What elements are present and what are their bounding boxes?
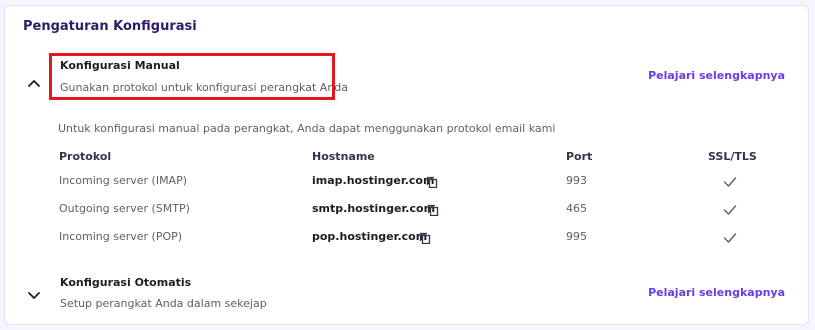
row-pop-protocol: Incoming server (POP) (59, 230, 183, 243)
copy-icon[interactable] (427, 204, 439, 216)
auto-config-title: Konfigurasi Otomatis (60, 276, 192, 289)
chevron-down-icon[interactable] (25, 287, 43, 305)
row-pop-hostname: pop.hostinger.com (312, 230, 428, 243)
manual-config-intro: Untuk konfigurasi manual pada perangkat,… (58, 122, 556, 135)
row-smtp-protocol: Outgoing server (SMTP) (59, 202, 190, 215)
header-protocol: Protokol (59, 150, 112, 163)
highlight-box (49, 53, 335, 100)
auto-learn-more-link[interactable]: Pelajari selengkapnya (648, 286, 785, 299)
check-icon (723, 177, 737, 187)
manual-learn-more-link[interactable]: Pelajari selengkapnya (648, 69, 785, 82)
copy-icon[interactable] (426, 176, 438, 188)
card-title: Pengaturan Konfigurasi (23, 19, 197, 34)
header-hostname: Hostname (312, 150, 375, 163)
chevron-up-icon[interactable] (25, 74, 43, 92)
check-icon (723, 205, 737, 215)
row-imap-hostname: imap.hostinger.com (312, 174, 435, 187)
check-icon (723, 233, 737, 243)
row-smtp-port: 465 (566, 202, 587, 215)
header-ssl: SSL/TLS (708, 150, 757, 163)
row-imap-protocol: Incoming server (IMAP) (59, 174, 188, 187)
header-port: Port (566, 150, 593, 163)
auto-config-subtitle: Setup perangkat Anda dalam sekejap (60, 297, 267, 310)
row-imap-port: 993 (566, 174, 587, 187)
configuration-settings-card: Pengaturan Konfigurasi Konfigurasi Manua… (4, 5, 809, 325)
row-smtp-hostname: smtp.hostinger.com (312, 202, 436, 215)
copy-icon[interactable] (419, 232, 431, 244)
row-pop-port: 995 (566, 230, 587, 243)
